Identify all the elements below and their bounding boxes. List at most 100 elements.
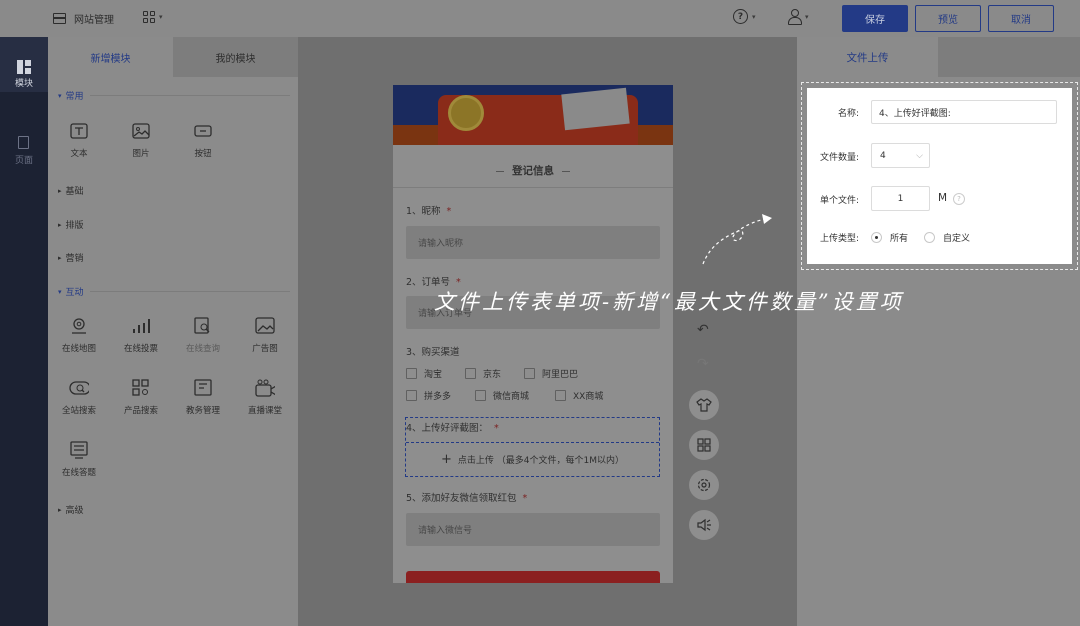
help-icon: ? xyxy=(733,9,748,24)
tool-label: 教务管理 xyxy=(185,406,220,416)
left-rail: 模块 页面 xyxy=(0,37,48,626)
module-tabs: 新增模块 我的模块 xyxy=(48,37,298,77)
wechat-input[interactable]: 请输入微信号 xyxy=(406,513,660,546)
tool-live-class[interactable]: 直播课堂 xyxy=(234,379,296,416)
size-label: 单个文件: xyxy=(819,196,859,206)
user-menu[interactable]: ▾ xyxy=(787,9,809,25)
rail-item-label: 页面 xyxy=(14,156,33,166)
help-menu[interactable]: ? ▾ xyxy=(733,9,756,24)
settings-gear-icon[interactable] xyxy=(689,470,719,500)
required-mark: * xyxy=(522,493,528,504)
site-title: 网站管理 xyxy=(74,15,114,26)
tool-site-search[interactable]: 全站搜索 xyxy=(48,379,110,416)
speaker-icon[interactable] xyxy=(689,510,719,540)
section-label: 高级 xyxy=(65,506,84,516)
undo-icon[interactable]: ↶ xyxy=(697,322,709,338)
size-unit: M xyxy=(938,192,948,204)
upload-field[interactable]: 4、上传好评截图： * + 点击上传 （最多4个文件，每个1M以内） xyxy=(405,417,660,477)
count-select[interactable]: 4 ⌵ xyxy=(871,143,930,168)
size-input[interactable]: 1 xyxy=(871,186,930,211)
checkbox-xx-mall[interactable]: XX商城 xyxy=(555,389,603,402)
tool-image[interactable]: 图片 xyxy=(110,122,172,159)
section-common[interactable]: ▾ 常用 xyxy=(58,89,84,103)
caret-down-icon: ▾ xyxy=(58,287,62,296)
checkbox-pinduoduo[interactable]: 拼多多 xyxy=(406,389,451,402)
search-icon xyxy=(69,379,89,397)
rail-item-label: 模块 xyxy=(14,79,33,89)
section-label: 互动 xyxy=(65,288,84,298)
chevron-down-icon: ⌵ xyxy=(916,150,923,161)
tool-online-map[interactable]: 在线地图 xyxy=(48,317,110,354)
type-label: 上传类型: xyxy=(819,234,859,244)
tool-label: 图片 xyxy=(132,149,150,159)
checkbox-label: 京东 xyxy=(483,370,502,380)
radio-label: 所有 xyxy=(890,234,909,244)
name-input[interactable]: 4、上传好评截图: xyxy=(871,100,1057,124)
tool-academic[interactable]: 教务管理 xyxy=(172,379,234,416)
tool-button[interactable]: 按钮 xyxy=(172,122,234,159)
tab-file-upload[interactable]: 文件上传 xyxy=(797,37,938,77)
question-label: 4、上传好评截图： xyxy=(406,423,489,434)
divider xyxy=(90,95,290,96)
ad-image-icon xyxy=(255,317,275,335)
question-upload: 4、上传好评截图： * xyxy=(406,420,499,434)
tool-online-query[interactable]: 在线查询 xyxy=(172,317,234,354)
site-management-menu[interactable]: 网站管理 xyxy=(53,11,114,26)
submit-button[interactable] xyxy=(406,571,660,583)
form-title: 登记信息 xyxy=(393,163,673,178)
divider xyxy=(90,291,290,292)
user-icon xyxy=(787,9,802,25)
nickname-input[interactable]: 请输入昵称 xyxy=(406,226,660,259)
caret-right-icon: ▸ xyxy=(58,220,62,229)
section-interactive[interactable]: ▾ 互动 xyxy=(58,285,84,299)
section-basic[interactable]: ▸ 基础 xyxy=(58,184,84,198)
section-layout[interactable]: ▸ 排版 xyxy=(58,218,84,232)
help-icon[interactable]: ? xyxy=(953,193,965,205)
tool-online-vote[interactable]: 在线投票 xyxy=(110,317,172,354)
module-panel: 新增模块 我的模块 ▾ 常用 文本 图片 按钮 ▸ 基础 ▸ 排版 ▸ 营销 ▾ 互动 在… xyxy=(48,37,298,626)
redo-icon[interactable]: ↷ xyxy=(697,356,709,372)
preview-button[interactable]: 预览 xyxy=(915,5,981,32)
tool-label: 文本 xyxy=(70,149,88,159)
tool-label: 在线地图 xyxy=(61,344,96,354)
section-marketing[interactable]: ▸ 营销 xyxy=(58,251,84,265)
save-button[interactable]: 保存 xyxy=(842,5,908,32)
checkbox-label: 微信商城 xyxy=(493,392,530,402)
count-value: 4 xyxy=(880,150,886,161)
radio-all[interactable]: 所有 xyxy=(871,231,908,244)
question-label: 5、添加好友微信领取红包 xyxy=(406,493,517,504)
annotation-caption: 文件上传表单项-新增“最大文件数量”设置项 xyxy=(434,290,904,314)
tab-new-modules[interactable]: 新增模块 xyxy=(48,37,173,77)
rail-item-modules[interactable]: 模块 xyxy=(0,37,48,92)
theme-shirt-icon[interactable] xyxy=(689,390,719,420)
apps-grid-icon xyxy=(143,11,155,23)
tool-online-quiz[interactable]: 在线答题 xyxy=(48,441,110,478)
checkbox-label: 阿里巴巴 xyxy=(542,370,579,380)
image-icon xyxy=(131,122,151,140)
rail-item-pages[interactable]: 页面 xyxy=(0,153,48,166)
section-label: 常用 xyxy=(65,92,84,102)
tool-label: 按钮 xyxy=(194,149,212,159)
question-nickname: 1、昵称 * xyxy=(406,203,451,217)
radio-custom[interactable]: 自定义 xyxy=(924,231,970,244)
checkbox-alibaba[interactable]: 阿里巴巴 xyxy=(524,367,578,380)
tab-my-modules[interactable]: 我的模块 xyxy=(173,37,298,77)
layout-grid-icon[interactable] xyxy=(689,430,719,460)
checkbox-jd[interactable]: 京东 xyxy=(465,367,501,380)
apps-menu[interactable]: ▾ xyxy=(143,11,163,23)
tool-label: 在线答题 xyxy=(61,468,96,478)
tool-text[interactable]: 文本 xyxy=(48,122,110,159)
caret-down-icon: ▾ xyxy=(58,91,62,100)
tool-ad-image[interactable]: 广告图 xyxy=(234,317,296,354)
button-icon xyxy=(193,122,213,140)
plus-icon: + xyxy=(441,451,452,467)
divider xyxy=(393,187,673,188)
checkbox-taobao[interactable]: 淘宝 xyxy=(406,367,442,380)
section-advanced[interactable]: ▸ 高级 xyxy=(58,503,84,517)
name-label: 名称: xyxy=(837,109,859,119)
checkbox-wechat-mall[interactable]: 微信商城 xyxy=(475,389,529,402)
upload-button[interactable]: + 点击上传 （最多4个文件，每个1M以内） xyxy=(406,442,659,475)
cancel-button[interactable]: 取消 xyxy=(988,5,1054,32)
caret-right-icon: ▸ xyxy=(58,505,62,514)
tool-product-search[interactable]: 产品搜索 xyxy=(110,379,172,416)
